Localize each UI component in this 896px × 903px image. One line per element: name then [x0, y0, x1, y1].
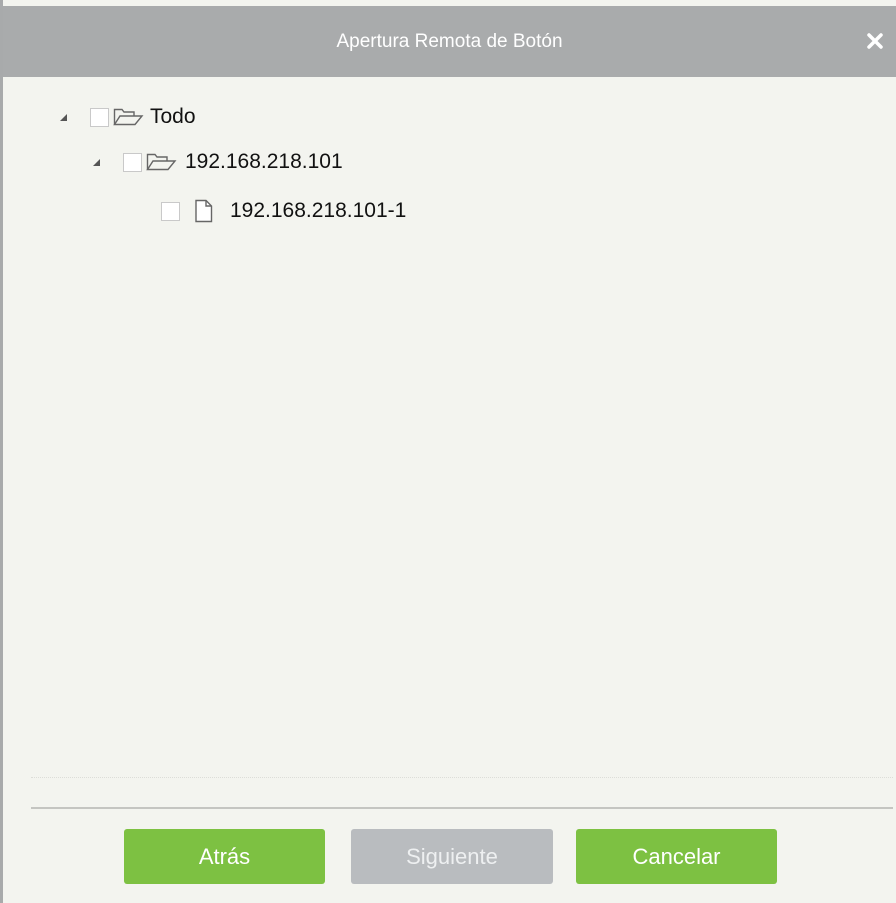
tree-checkbox-door[interactable]: [161, 201, 180, 221]
expand-toggle-icon[interactable]: [88, 147, 106, 177]
close-icon: [867, 33, 883, 49]
tree-node-device: 192.168.218.101: [88, 147, 343, 177]
cancel-button[interactable]: Cancelar: [576, 829, 777, 884]
tree-node-root: Todo: [55, 102, 196, 132]
footer-divider: [31, 807, 893, 809]
folder-open-icon: [146, 152, 180, 172]
tree-label-device[interactable]: 192.168.218.101: [185, 147, 343, 177]
tree-checkbox-device[interactable]: [123, 152, 142, 172]
dialog-title: Apertura Remota de Botón: [336, 31, 563, 52]
content-divider: [31, 777, 893, 778]
tree-label-door[interactable]: 192.168.218.101-1: [230, 196, 406, 226]
folder-open-icon: [113, 107, 147, 127]
expand-toggle-icon[interactable]: [55, 102, 73, 132]
dialog-titlebar: Apertura Remota de Botón: [3, 6, 896, 77]
tree-node-door: 192.168.218.101-1: [161, 196, 406, 226]
remote-open-dialog: Apertura Remota de Botón Todo 192.168.21…: [0, 0, 896, 903]
file-icon: [194, 199, 214, 223]
close-button[interactable]: [862, 27, 888, 55]
next-button[interactable]: Siguiente: [351, 829, 553, 884]
tree-label-root[interactable]: Todo: [150, 102, 196, 132]
tree-checkbox-root[interactable]: [90, 107, 109, 127]
back-button[interactable]: Atrás: [124, 829, 325, 884]
